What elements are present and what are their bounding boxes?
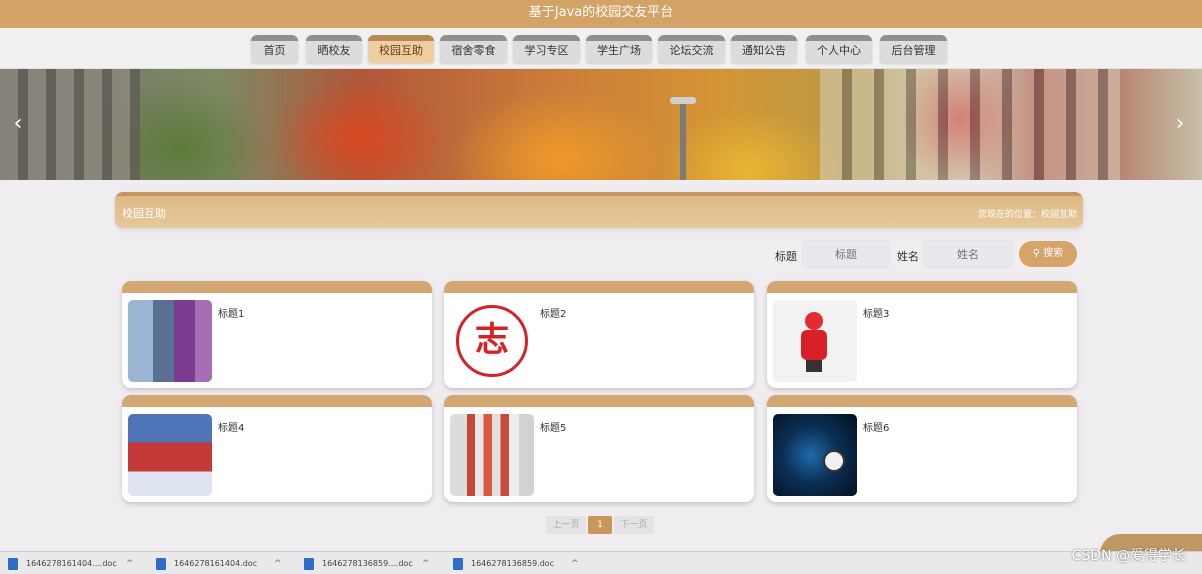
csdn-watermark: CSDN @爱得学长 [1071,548,1186,564]
banner-building-right [820,69,1120,180]
document-icon [8,558,18,570]
document-icon [453,558,463,570]
card-title[interactable]: 标题3 [863,305,889,320]
download-filename: 1646278161404.doc [174,559,258,568]
help-card[interactable]: 标题5 [444,395,754,502]
card-header-strip [767,281,1077,293]
card-title[interactable]: 标题5 [540,419,566,434]
banner-lamp-head [670,97,696,104]
download-filename: 1646278136859....doc [322,559,413,568]
volunteer-seal-icon: 志 [456,305,528,377]
search-icon: ⚲ [1032,248,1041,259]
prev-page-button[interactable]: 上一页 [546,516,586,534]
title-search-label: 标题 [775,250,797,263]
card-header-strip [444,281,754,293]
card-image[interactable] [773,414,857,496]
app-title: 基于Java的校园交友平台 [528,5,674,20]
app-header: 基于Java的校园交友平台 [0,0,1202,28]
search-button[interactable]: ⚲ 搜索 [1019,241,1077,267]
download-item[interactable]: 1646278161404....doc ^ [8,556,138,572]
nav-dorm-snacks[interactable]: 宿舍零食 [440,35,507,63]
chevron-up-icon[interactable]: ^ [274,556,282,572]
title-search-input[interactable] [802,240,890,268]
section-title: 校园互助 [122,207,166,220]
card-header-strip [122,395,432,407]
search-button-label: 搜索 [1043,248,1064,259]
download-item[interactable]: 1646278161404.doc ^ [156,556,286,572]
help-card[interactable]: 标题3 [767,281,1077,388]
card-image[interactable] [128,414,212,496]
nav-profile[interactable]: 个人中心 [806,35,872,63]
banner-lamp-post [680,99,686,180]
chevron-left-icon[interactable]: ‹ [8,109,28,139]
card-image[interactable] [450,414,534,496]
chevron-up-icon[interactable]: ^ [126,556,134,572]
help-card[interactable]: 志 标题2 [444,281,754,388]
name-search-label: 姓名 [897,250,919,263]
help-card[interactable]: 标题6 [767,395,1077,502]
chevron-up-icon[interactable]: ^ [571,556,579,572]
nav-forum[interactable]: 论坛交流 [658,35,725,63]
nav-admin[interactable]: 后台管理 [880,35,947,63]
card-header-strip [444,395,754,407]
help-card[interactable]: 标题4 [122,395,432,502]
card-title[interactable]: 标题2 [540,305,566,320]
document-icon [156,558,166,570]
mascot-body [801,330,827,360]
next-page-button[interactable]: 下一页 [614,516,654,534]
help-card[interactable]: 标题1 [122,281,432,388]
section-header: 校园互助 您现在的位置：校园互助 [115,192,1083,228]
document-icon [304,558,314,570]
card-header-strip [122,281,432,293]
card-title[interactable]: 标题6 [863,419,889,434]
card-image[interactable] [773,300,857,382]
main-nav: 首页 晒校友 校园互助 宿舍零食 学习专区 学生广场 论坛交流 通知公告 个人中… [0,28,1202,69]
current-page-button[interactable]: 1 [588,516,612,534]
chevron-right-icon[interactable]: › [1170,109,1190,139]
nav-study-zone[interactable]: 学习专区 [513,35,580,63]
name-search-input[interactable] [923,240,1013,268]
card-image[interactable] [128,300,212,382]
football-icon [823,450,845,472]
mascot-legs [806,360,822,372]
card-title[interactable]: 标题1 [218,305,244,320]
hero-banner: ‹ › [0,69,1202,180]
download-item[interactable]: 1646278136859.doc ^ [453,556,583,572]
chevron-up-icon[interactable]: ^ [422,556,430,572]
download-filename: 1646278136859.doc [471,559,555,568]
nav-alumni[interactable]: 晒校友 [306,35,362,63]
card-image[interactable]: 志 [450,300,534,382]
download-filename: 1646278161404....doc [26,559,117,568]
card-header-strip [767,395,1077,407]
nav-student-square[interactable]: 学生广场 [586,35,652,63]
download-item[interactable]: 1646278136859....doc ^ [304,556,434,572]
download-bar: 1646278161404....doc ^ 1646278161404.doc… [0,551,1202,574]
nav-notices[interactable]: 通知公告 [731,35,797,63]
nav-home[interactable]: 首页 [251,35,298,63]
card-title[interactable]: 标题4 [218,419,244,434]
nav-campus-help[interactable]: 校园互助 [368,35,434,63]
mascot-head [805,312,823,330]
breadcrumb: 您现在的位置：校园互助 [977,210,1077,220]
